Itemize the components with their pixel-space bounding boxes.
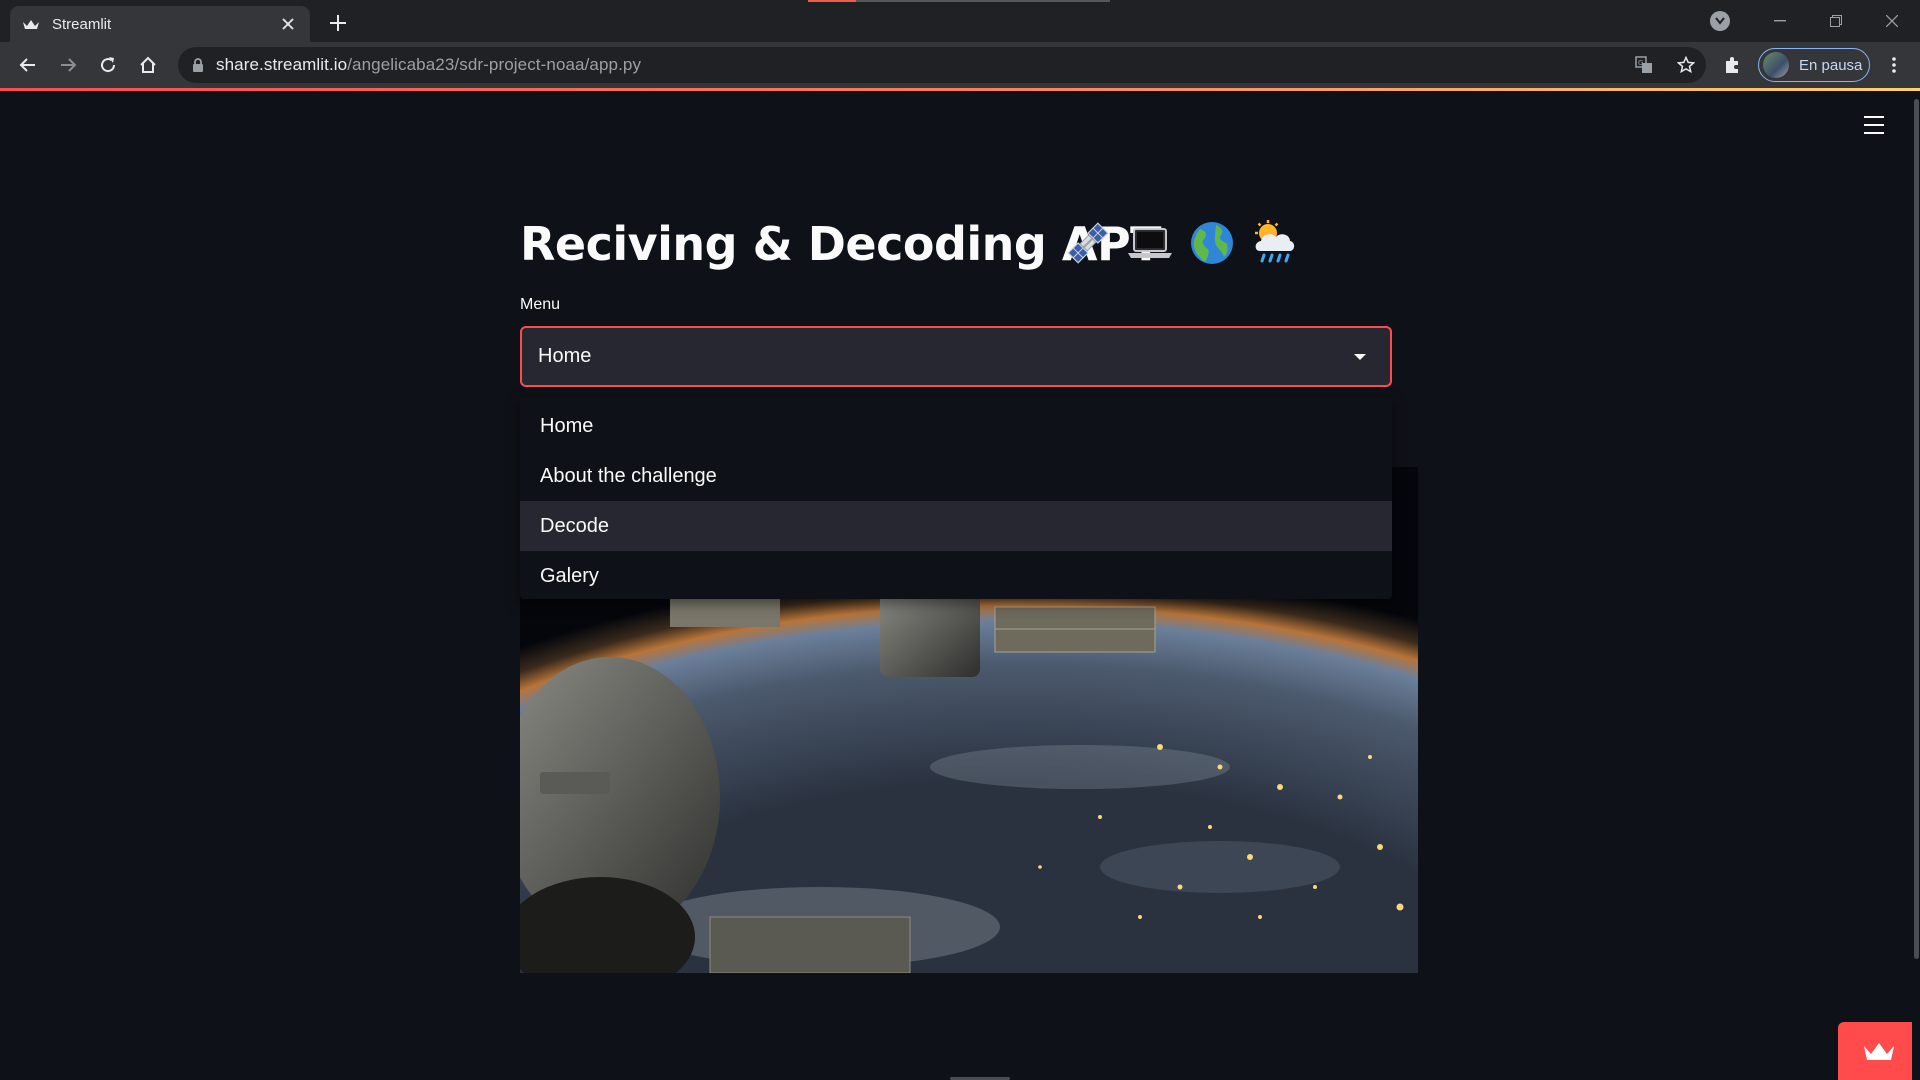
crown-icon [1864,1043,1894,1060]
title-emojis [1064,219,1298,267]
url-text[interactable]: share.streamlit.io/angelicaba23/sdr-proj… [216,55,641,75]
url-path: /angelicaba23/sdr-project-noaa/app.py [347,55,642,74]
hamburger-menu-icon[interactable] [1860,113,1888,137]
sun-rain-cloud-emoji [1255,220,1295,263]
home-icon[interactable] [132,49,164,81]
translate-icon[interactable]: G [1628,47,1660,83]
kebab-icon[interactable] [1878,49,1910,81]
satellite-emoji [1067,222,1109,264]
back-icon[interactable] [12,49,44,81]
browser-tab[interactable]: Streamlit [10,6,310,42]
close-icon[interactable] [278,14,298,34]
forward-icon[interactable] [52,49,84,81]
profile-label: En pausa [1799,56,1863,74]
scrollbar-thumb[interactable] [1914,99,1919,959]
url-host: share.streamlit.io [216,55,348,74]
lock-icon[interactable] [192,58,204,72]
chevron-down-icon[interactable] [1354,353,1366,360]
load-progress-bar [808,0,1110,2]
laptop-emoji [1128,228,1172,258]
menu-option-about-the-challenge[interactable]: About the challenge [520,451,1392,501]
streamlit-app: Reciving & Decoding APT Menu Home Home A… [0,91,1920,1080]
menu-label: Menu [520,296,561,313]
globe-emoji [1191,222,1233,264]
reload-icon[interactable] [92,49,124,81]
menu-option-home[interactable]: Home [520,401,1392,451]
menu-select-value: Home [538,345,592,367]
plus-icon[interactable] [324,9,352,37]
streamlit-favicon-icon [22,15,40,33]
address-bar[interactable]: share.streamlit.io/angelicaba23/sdr-proj… [178,47,1706,83]
restore-icon[interactable] [1808,0,1864,42]
svg-text:G: G [1638,59,1643,67]
menu-option-galery[interactable]: Galery [520,551,1392,601]
star-icon[interactable] [1670,47,1702,83]
menu-dropdown-list: Home About the challenge Decode Galery [520,397,1392,599]
minimize-icon[interactable] [1752,0,1808,42]
browser-toolbar: share.streamlit.io/angelicaba23/sdr-proj… [0,42,1920,88]
window-close-icon[interactable] [1864,0,1920,42]
menu-option-decode[interactable]: Decode [520,501,1392,551]
browser-tab-bar: Streamlit [0,0,1920,42]
tab-search-icon[interactable] [1710,11,1730,31]
profile-button[interactable]: En pausa [1758,48,1870,82]
tab-title: Streamlit [52,15,112,33]
streamlit-crown-button[interactable] [1838,1022,1920,1080]
load-progress-fill [808,0,857,2]
avatar [1763,52,1789,78]
extensions-icon[interactable] [1716,49,1748,81]
menu-select[interactable]: Home [520,326,1392,387]
